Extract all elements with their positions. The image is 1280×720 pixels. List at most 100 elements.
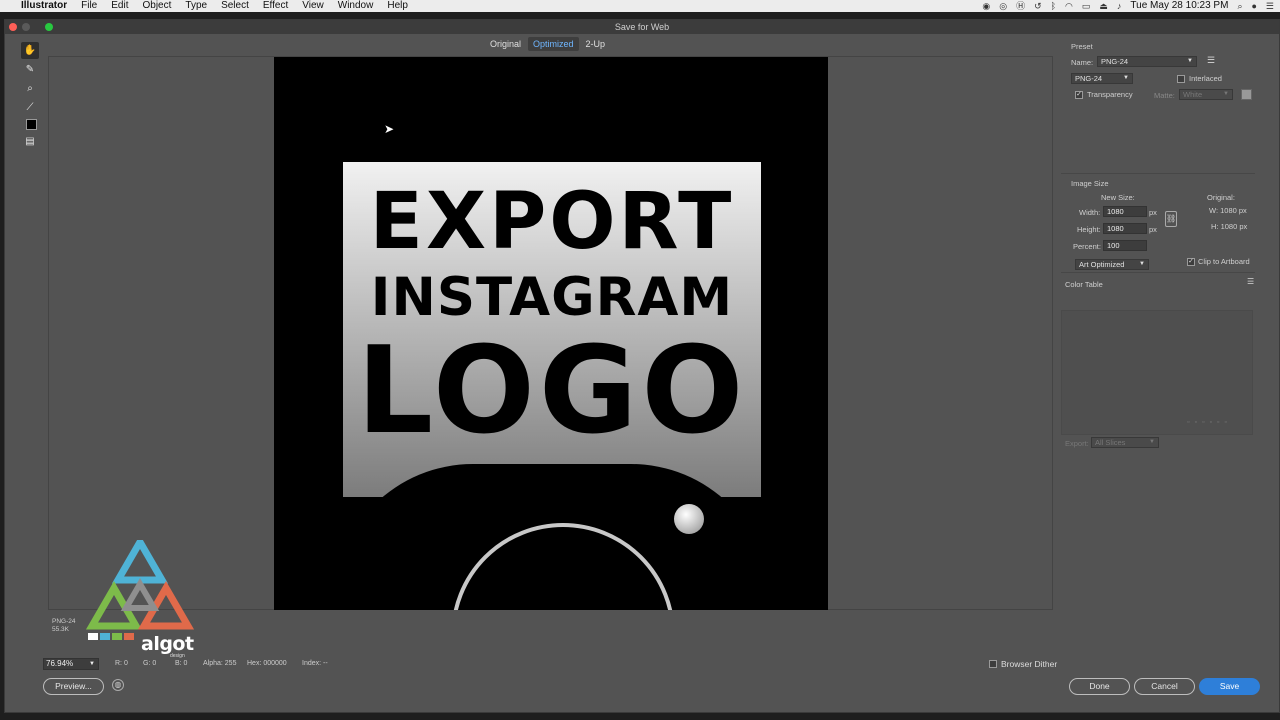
matte-label: Matte: <box>1154 91 1175 100</box>
browser-dither-checkbox[interactable] <box>989 660 997 668</box>
preset-name-dropdown[interactable]: PNG-24 ▼ <box>1097 56 1197 67</box>
hex-readout: Hex: 000000 <box>247 660 287 667</box>
menu-select[interactable]: Select <box>214 0 256 12</box>
menu-edit[interactable]: Edit <box>104 0 135 12</box>
menu-file[interactable]: File <box>74 0 104 12</box>
notification-center-icon[interactable]: ☰ <box>1266 0 1274 12</box>
height-label: Height: <box>1077 225 1101 234</box>
toolbox: ✋ ✎ ⌕ ⟋ ▤ <box>21 42 41 152</box>
zoom-window-button[interactable] <box>45 23 53 31</box>
hand-tool-icon[interactable]: ✋ <box>21 42 39 59</box>
clip-to-artboard-label: Clip to Artboard <box>1198 257 1250 266</box>
index-readout: Index: -- <box>302 660 328 667</box>
close-window-button[interactable] <box>9 23 17 31</box>
interlaced-label: Interlaced <box>1189 74 1222 83</box>
transparency-label: Transparency <box>1087 90 1133 99</box>
matte-dropdown[interactable]: White ▼ <box>1179 89 1233 100</box>
green-readout: G: 0 <box>143 660 157 667</box>
h-app-icon[interactable]: Ⓗ <box>1016 0 1025 12</box>
record-icon[interactable]: ◉ <box>982 0 990 12</box>
slice-select-tool-icon[interactable]: ✎ <box>21 61 39 78</box>
height-unit: px <box>1149 225 1157 234</box>
menu-app-name[interactable]: Illustrator <box>14 0 74 12</box>
preview-button[interactable]: Preview... <box>43 678 104 695</box>
width-unit: px <box>1149 208 1157 217</box>
clip-to-artboard-checkbox[interactable]: ✓ <box>1187 258 1195 266</box>
bluetooth-icon[interactable]: ᛒ <box>1051 0 1056 12</box>
menu-clock[interactable]: Tue May 28 10:23 PM <box>1130 0 1228 12</box>
wifi-icon[interactable]: ◠ <box>1065 0 1073 12</box>
tab-original[interactable]: Original <box>485 37 526 51</box>
menu-type[interactable]: Type <box>178 0 214 12</box>
browser-preview-globe-icon[interactable]: ◍ <box>112 679 124 691</box>
menu-view[interactable]: View <box>295 0 331 12</box>
optimized-info: PNG-24 55.3K <box>52 618 75 634</box>
interlaced-checkbox[interactable] <box>1177 75 1185 83</box>
red-readout: R: 0 <box>115 660 128 667</box>
menu-object[interactable]: Object <box>135 0 178 12</box>
menu-bar: Illustrator File Edit Object Type Select… <box>0 0 1280 12</box>
constrain-proportions-link-icon[interactable]: ⛓ <box>1165 211 1177 227</box>
eject-icon[interactable]: ⏏ <box>1099 0 1108 12</box>
color-table <box>1061 310 1253 435</box>
chevron-down-icon: ▼ <box>1123 75 1129 81</box>
artwork-line-export: EXPORT <box>369 177 735 267</box>
eyedropper-tool-icon[interactable]: ⟋ <box>21 99 39 116</box>
tab-optimized[interactable]: Optimized <box>528 37 579 51</box>
dialog-titlebar: Save for Web <box>5 20 1279 34</box>
preset-name-value: PNG-24 <box>1101 57 1129 66</box>
panel-divider <box>1061 272 1255 273</box>
menu-help[interactable]: Help <box>380 0 415 12</box>
preview-area[interactable]: ➤ EXPORT INSTAGRAM LOGO <box>48 56 1053 610</box>
dialog-title: Save for Web <box>614 22 670 32</box>
done-button[interactable]: Done <box>1069 678 1130 695</box>
camera-icon[interactable]: ◎ <box>999 0 1007 12</box>
volume-icon[interactable]: ♪ <box>1117 0 1122 12</box>
chevron-down-icon: ▼ <box>1187 58 1193 64</box>
camera-flash-dot <box>674 504 704 534</box>
chevron-down-icon: ▼ <box>1149 439 1155 445</box>
quality-dropdown[interactable]: Art Optimized ▼ <box>1075 259 1149 270</box>
cancel-button[interactable]: Cancel <box>1134 678 1195 695</box>
export-dropdown[interactable]: All Slices ▼ <box>1091 437 1159 448</box>
time-machine-icon[interactable]: ↺ <box>1034 0 1042 12</box>
original-size-label: Original: <box>1207 193 1235 202</box>
percent-input[interactable]: 100 <box>1103 240 1147 251</box>
algot-watermark-logo: algot design <box>84 535 196 660</box>
minimize-window-button[interactable] <box>22 23 30 31</box>
height-input[interactable]: 1080 <box>1103 223 1147 234</box>
quality-value: Art Optimized <box>1079 260 1125 269</box>
preset-section-label: Preset <box>1071 42 1093 51</box>
menu-effect[interactable]: Effect <box>256 0 295 12</box>
transparency-checkbox[interactable]: ✓ <box>1075 91 1083 99</box>
image-size-label: Image Size <box>1071 179 1109 188</box>
color-table-menu-icon[interactable]: ☰ <box>1247 277 1254 286</box>
export-value: All Slices <box>1095 438 1126 447</box>
color-table-label: Color Table <box>1065 280 1103 289</box>
new-size-label: New Size: <box>1101 193 1135 202</box>
optimized-format: PNG-24 <box>52 618 76 625</box>
toggle-slices-icon[interactable]: ▤ <box>21 133 39 150</box>
menu-window[interactable]: Window <box>331 0 381 12</box>
airplay-icon[interactable]: ▭ <box>1082 0 1091 12</box>
eyedropper-color-swatch[interactable] <box>25 119 37 130</box>
siri-icon[interactable]: ● <box>1251 0 1256 12</box>
zoom-tool-icon[interactable]: ⌕ <box>21 80 39 97</box>
tab-2-up[interactable]: 2-Up <box>581 37 611 51</box>
save-button[interactable]: Save <box>1199 678 1260 695</box>
file-format-dropdown[interactable]: PNG-24 ▼ <box>1071 73 1133 84</box>
browser-dither-label: Browser Dither <box>1001 659 1058 669</box>
mouse-cursor-icon: ➤ <box>384 122 395 136</box>
artboard-preview: ➤ EXPORT INSTAGRAM LOGO <box>274 57 828 610</box>
matte-color-swatch[interactable] <box>1241 89 1252 100</box>
width-input[interactable]: 1080 <box>1103 206 1147 217</box>
logo-gradient-box: EXPORT INSTAGRAM LOGO <box>333 162 771 604</box>
blue-readout: B: 0 <box>175 660 188 667</box>
settings-panel: Preset Name: PNG-24 ▼ ☰ PNG-24 ▼ Interlace… <box>1061 38 1259 638</box>
preset-menu-icon[interactable]: ☰ <box>1207 55 1215 66</box>
algot-wordmark: algot <box>141 633 194 655</box>
file-format-value: PNG-24 <box>1075 74 1103 83</box>
spotlight-search-icon[interactable]: ⌕ <box>1237 0 1242 12</box>
alpha-readout: Alpha: 255 <box>203 660 237 667</box>
chevron-down-icon: ▼ <box>89 661 95 667</box>
